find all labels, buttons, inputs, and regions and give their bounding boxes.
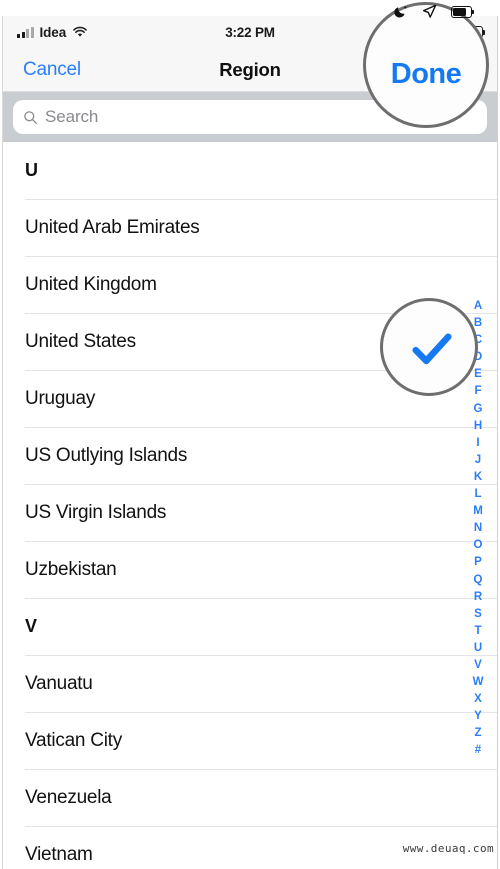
crescent-moon-icon-overlay [394,5,407,18]
list-item-label: United Kingdom [25,273,157,295]
list-item-label: U [25,160,38,180]
index-letter[interactable]: O [474,537,483,554]
watermark: www.deuaq.com [402,842,494,855]
list-item-label: Venezuela [25,786,112,808]
list-item[interactable]: United Arab Emirates [3,199,497,256]
index-letter[interactable]: G [474,401,483,418]
status-bar-right-overlay [393,4,474,19]
list-item[interactable]: US Outlying Islands [3,427,497,484]
screen-root: Idea 3:22 PM Cancel Region Search U Unit… [0,0,500,869]
list-item-label: Vatican City [25,729,122,751]
list-item-label: Vanuatu [25,672,93,694]
checkmark-icon [412,333,452,365]
index-letter[interactable]: W [473,674,484,691]
index-letter[interactable]: Z [474,725,481,742]
list-section-header: U [3,142,497,199]
list-item-label: United Arab Emirates [25,216,200,238]
signal-bars-icon [17,26,34,38]
index-letter[interactable]: # [475,742,481,759]
search-magnifier-icon [24,110,38,124]
index-letter[interactable]: Y [474,708,482,725]
index-letter[interactable]: R [474,589,482,606]
list-item[interactable]: Vanuatu [3,655,497,712]
list-item-label: Vietnam [25,843,93,865]
list-item-label: US Outlying Islands [25,444,188,466]
list-item-label: US Virgin Islands [25,501,167,523]
region-list[interactable]: U United Arab Emirates United Kingdom Unite… [3,142,497,869]
list-item-label: Uruguay [25,387,96,409]
cancel-button[interactable]: Cancel [23,59,81,81]
device-frame: Idea 3:22 PM Cancel Region Search U Unit… [2,16,498,869]
index-letter[interactable]: K [474,469,482,486]
search-input[interactable]: Search [45,107,98,127]
list-item-label: Uzbekistan [25,558,117,580]
index-letter[interactable]: J [475,452,481,469]
list-item[interactable]: US Virgin Islands [3,484,497,541]
index-letter[interactable]: V [474,657,482,674]
list-item-label: V [25,616,37,636]
index-letter[interactable]: A [474,298,482,315]
index-letter[interactable]: T [474,623,481,640]
magnifier-lens-done-button: Done [363,2,489,128]
index-letter[interactable]: X [474,691,482,708]
wifi-icon [73,26,87,37]
list-item[interactable]: Vatican City [3,712,497,769]
index-letter[interactable]: N [474,520,482,537]
list-item-label: United States [25,330,136,352]
magnifier-lens-checkmark [380,298,478,396]
location-arrow-icon-overlay [422,4,437,18]
status-bar-left: Idea [17,25,88,40]
index-letter[interactable]: S [474,606,482,623]
list-section-header: V [3,598,497,655]
index-letter[interactable]: M [473,503,483,520]
index-letter[interactable]: P [474,554,482,571]
carrier-name: Idea [39,24,67,40]
index-letter[interactable]: H [474,418,482,435]
list-item[interactable]: Venezuela [3,769,497,826]
index-letter[interactable]: I [476,435,479,452]
battery-icon-overlay [451,5,474,18]
list-item[interactable]: Uzbekistan [3,541,497,598]
index-letter[interactable]: F [474,383,481,400]
magnified-done-label: Done [390,57,462,90]
index-letter[interactable]: Q [474,572,483,589]
index-letter[interactable]: E [474,366,482,383]
index-letter[interactable]: U [474,640,482,657]
index-letter[interactable]: L [474,486,481,503]
